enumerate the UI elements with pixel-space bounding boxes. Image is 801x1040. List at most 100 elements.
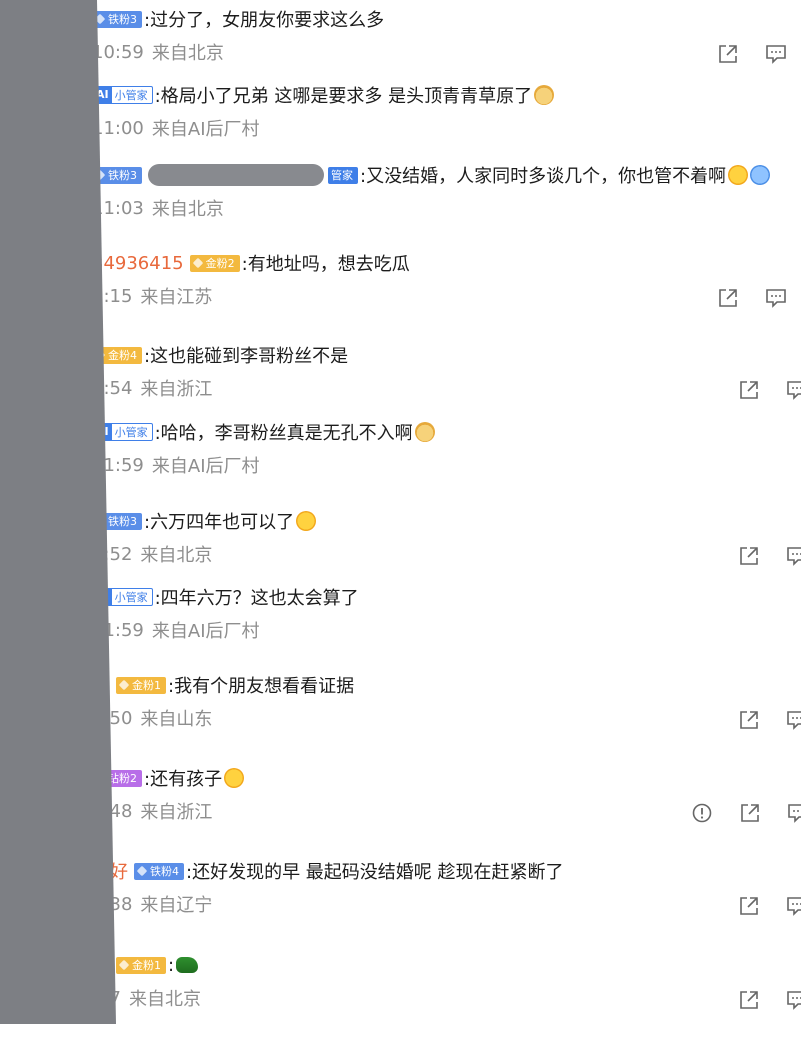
- comment-text: :这也能碰到李哥粉丝不是: [144, 346, 349, 367]
- turtle-emoji-icon: [176, 957, 199, 973]
- reply-icon: [765, 43, 787, 65]
- comment-meta: 1:52 来自北京: [92, 540, 212, 568]
- comment-location: 来自浙江: [140, 379, 213, 400]
- reply-button[interactable]: [785, 894, 801, 918]
- comment-meta: 11:59 来自AI后厂村: [92, 616, 260, 644]
- comment-item: AI 小管家:格局小了兄弟 这哪是要求多 是头顶青青草原了 11:00 来自AI后厂村: [0, 80, 801, 170]
- badge-label: 小管家: [114, 590, 148, 604]
- reply-button[interactable]: [785, 988, 801, 1012]
- doge-emoji-icon: [534, 85, 555, 105]
- comment-header: 铁粉3 管家:又没结婚，人家同时多谈几个，你也管不着啊: [92, 160, 771, 190]
- comment-header: 钻粉2 :还有孩子: [92, 763, 245, 793]
- comment-time: 10:59: [92, 41, 144, 63]
- report-icon: [691, 802, 713, 824]
- fan-level-icon: [192, 257, 203, 269]
- share-icon: [739, 802, 761, 824]
- username-link[interactable]: 34936415: [92, 253, 184, 274]
- reply-button[interactable]: [764, 286, 788, 310]
- comment-text: :: [168, 954, 175, 976]
- share-button[interactable]: [716, 286, 740, 310]
- comment-feed: 铁粉3:过分了，女朋友你要求这么多 10:59 来自北京 AI 小管家:格局小了兄弟 这…: [0, 0, 801, 1024]
- comment-location: 来自AI后厂村: [151, 119, 260, 140]
- comment-actions: [716, 286, 788, 310]
- reply-icon: [765, 287, 787, 309]
- comment-meta: 11:03 来自北京: [92, 194, 224, 222]
- comment-header: 或好铁粉4:还好发现的早 最起码没结婚呢 趁现在赶紧断了: [92, 856, 564, 886]
- comment-text: :四年六万？这也太会算了: [154, 588, 359, 609]
- reply-button[interactable]: [764, 42, 788, 66]
- comment-meta: 1:54 来自浙江: [92, 374, 212, 402]
- comment-text: :有地址吗，想去吃瓜: [241, 254, 410, 275]
- share-button[interactable]: [737, 988, 761, 1012]
- comment-item: AI小管家:哈哈，李哥粉丝真是无孔不入啊11:59来自AI后厂村: [0, 417, 801, 507]
- badge-label: 金粉2: [205, 256, 235, 270]
- comment-item: 哥金粉1::27来自北京: [0, 950, 801, 1040]
- share-icon: [738, 989, 760, 1011]
- comment-item: 34936415 金粉2 :有地址吗，想去吃瓜 0:15 来自江苏: [0, 248, 801, 338]
- share-button[interactable]: [737, 894, 761, 918]
- fan-level-icon: [118, 679, 130, 691]
- comment-item: 铁粉3 管家:又没结婚，人家同时多谈几个，你也管不着啊 11:03 来自北京: [0, 160, 801, 250]
- comment-actions: [737, 988, 801, 1012]
- comment-actions: [737, 378, 801, 402]
- share-icon: [738, 545, 760, 567]
- comment-text: :过分了，女朋友你要求这么多: [144, 10, 385, 31]
- fan-level-icon: [136, 865, 148, 877]
- comment-actions: [737, 708, 801, 732]
- comment-meta: 10:59 来自北京: [92, 38, 224, 66]
- comment-text: :又没结婚，人家同时多谈几个，你也管不着啊: [360, 166, 727, 187]
- comment-text: :还有孩子: [144, 769, 223, 790]
- comment-meta: 0:15 来自江苏: [92, 282, 212, 310]
- share-button[interactable]: [737, 378, 761, 402]
- reply-button[interactable]: [785, 544, 801, 568]
- comment-location: 来自山东: [140, 709, 213, 730]
- redaction-mask: [0, 0, 116, 1024]
- comment-header: 金粉4:这也能碰到李哥粉丝不是: [92, 340, 348, 370]
- comment-item: 蜜金粉1:我有个朋友想看看证据0:50来自山东: [0, 670, 801, 760]
- comment-header: AI小管家:四年六万？这也太会算了: [92, 582, 359, 612]
- comment-location: 来自辽宁: [140, 895, 213, 916]
- comment-actions: [716, 42, 788, 66]
- fan-badge: 金粉1: [116, 956, 166, 974]
- reply-button[interactable]: [785, 708, 801, 732]
- fan-badge: 金粉1: [116, 676, 166, 694]
- comment-header: 铁粉3:六万四年也可以了: [92, 506, 317, 536]
- badge-label: 铁粉4: [150, 864, 179, 878]
- comment-location: 来自AI后厂村: [151, 621, 260, 642]
- reply-button[interactable]: [786, 801, 801, 825]
- comment-text: :还好发现的早 最起码没结婚呢 趁现在赶紧断了: [186, 862, 564, 883]
- reply-icon: [786, 895, 801, 917]
- reply-icon: [786, 989, 801, 1011]
- comment-meta: 11:00 来自AI后厂村: [92, 114, 260, 142]
- comment-header: 34936415 金粉2 :有地址吗，想去吃瓜: [92, 248, 410, 278]
- comment-actions: [737, 894, 801, 918]
- share-icon: [738, 709, 760, 731]
- badge-label: 钻粉2: [108, 771, 137, 785]
- comment-text: :六万四年也可以了: [144, 512, 295, 533]
- comment-location: 来自北京: [128, 989, 201, 1010]
- comment-location: 来自北京: [151, 199, 224, 220]
- report-button[interactable]: [690, 801, 714, 825]
- cry-emoji-icon: [728, 165, 749, 185]
- redacted-username: [148, 164, 324, 186]
- emoji-icon: [750, 165, 771, 185]
- share-button[interactable]: [738, 801, 762, 825]
- reply-button[interactable]: [785, 378, 801, 402]
- share-button[interactable]: [737, 708, 761, 732]
- badge-label: 铁粉3: [108, 12, 137, 26]
- comment-location: 来自江苏: [140, 287, 213, 308]
- comment-actions: [690, 801, 801, 825]
- badge-label: 小管家: [114, 88, 148, 102]
- comment-text: :格局小了兄弟 这哪是要求多 是头顶青青草原了: [154, 86, 533, 107]
- comment-time: 11:00: [92, 117, 144, 139]
- badge-label: 小管家: [114, 425, 148, 439]
- badge-label: 金粉1: [132, 958, 161, 972]
- fan-badge: 铁粉4: [134, 862, 184, 880]
- share-button[interactable]: [716, 42, 740, 66]
- share-button[interactable]: [737, 544, 761, 568]
- comment-header: 铁粉3 :过分了，女朋友你要求这么多: [92, 4, 384, 34]
- admin-badge: 管家: [328, 166, 358, 184]
- admin-badge: AI小管家: [92, 86, 153, 104]
- share-icon: [717, 43, 739, 65]
- reply-icon: [786, 709, 801, 731]
